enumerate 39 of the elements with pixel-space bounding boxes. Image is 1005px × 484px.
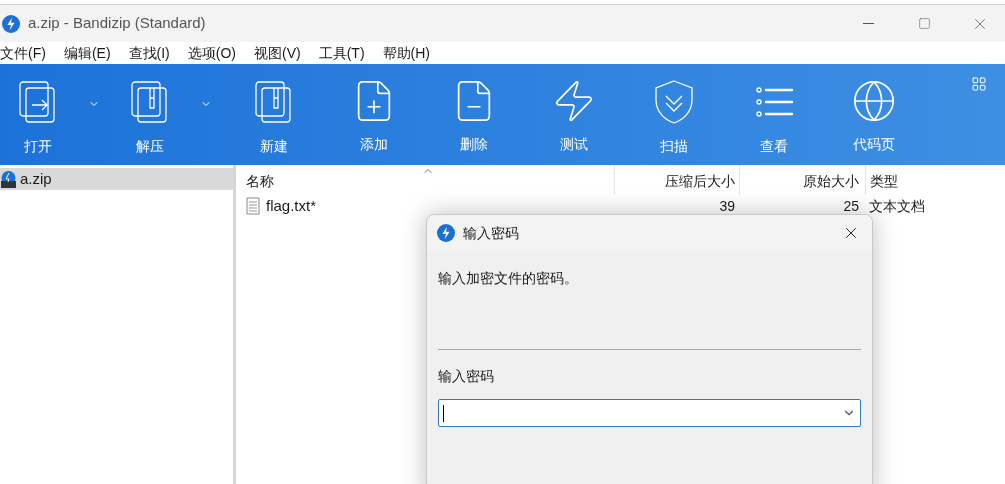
maximize-icon [917,17,931,30]
column-header[interactable]: 名称 [236,165,614,195]
menu-item[interactable]: 查找(I) [128,42,170,64]
field-label: 输入密码 [438,367,495,386]
toolbar-button[interactable]: 解压 [112,64,188,165]
table-cell: 文本文档 [869,197,925,214]
toolbar-button[interactable]: 扫描 [624,64,724,165]
minimize-icon [862,23,874,24]
column-header[interactable]: 类型 [865,165,975,195]
column-header[interactable]: 原始大小 [739,165,865,195]
menu-item[interactable]: 选项(O) [187,42,236,64]
menu-item[interactable]: 文件(F) [0,42,46,64]
menu-item[interactable]: 视图(V) [254,42,301,64]
table-cell: 25 [843,197,859,214]
toolbar-button[interactable]: 查看 [724,64,824,165]
window-title: a.zip - Bandizip (Standard) [28,13,206,34]
toolbar-button[interactable]: 代码页 [824,64,924,165]
layout-button[interactable] [971,76,987,92]
grid-icon [971,76,987,92]
password-field[interactable] [438,399,861,427]
text-file-icon [246,197,260,215]
toolbar-button[interactable]: 测试 [524,64,624,165]
menu-item[interactable]: 工具(T) [318,42,365,64]
zip-file-icon [1,170,16,188]
menu-item[interactable]: 帮助(H) [382,42,430,64]
toolbar-button[interactable]: 新建 [224,64,324,165]
menu-item[interactable]: 编辑(E) [63,42,111,64]
toolbar-button[interactable]: 删除 [424,64,524,165]
shield-icon [652,78,696,126]
app-logo-icon [437,224,455,242]
dialog-title: 输入密码 [463,223,519,243]
toolbar-button[interactable]: 打开 [0,64,76,165]
table-cell: 39 [719,197,735,214]
toolbar-button[interactable]: 添加 [324,64,424,165]
globe-icon [851,78,897,124]
dialog-message: 输入加密文件的密码。 [438,269,579,288]
tree-item[interactable]: a.zip [0,168,233,190]
table-cell-text: flag.txt* [266,195,317,216]
column-header[interactable]: 压缩后大小 [614,165,739,195]
